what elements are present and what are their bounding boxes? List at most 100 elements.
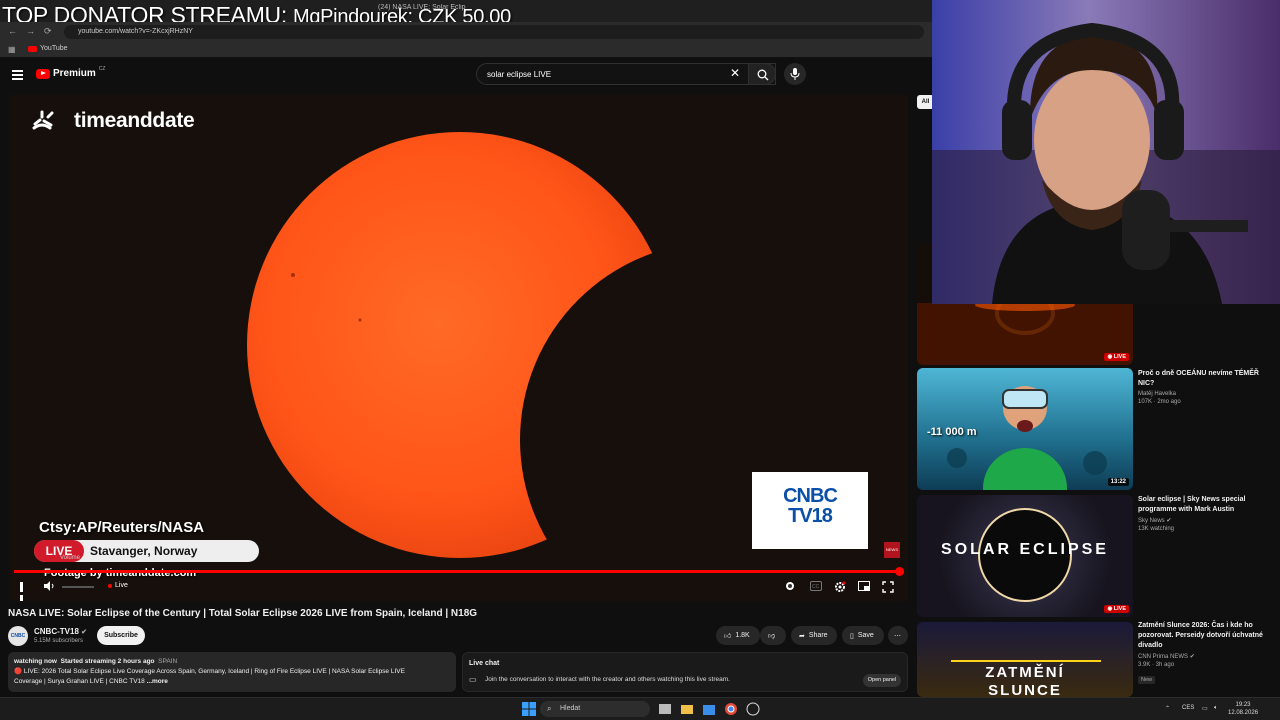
volume-tooltip: Volume xyxy=(60,555,81,561)
youtube-logo[interactable]: Premium CZ xyxy=(36,66,106,79)
progress-scrubber[interactable] xyxy=(895,567,904,576)
rec-info-3[interactable]: Solar eclipse | Sky News special program… xyxy=(1138,495,1276,532)
rec-2-title: Proč o dně OCEÁNU nevíme TÉMĚŘ NIC? xyxy=(1138,370,1259,387)
rec-thumbnail-4[interactable]: ZATMĚNÍ SLUNCE xyxy=(917,622,1133,697)
reload-icon[interactable]: ⟳ xyxy=(44,26,52,37)
windows-start-icon[interactable] xyxy=(522,702,536,716)
taskbar-clock[interactable]: 19:23 12.08.2026 xyxy=(1228,701,1258,717)
rec-info-4[interactable]: Zatmění Slunce 2026: Čas i kde ho pozoro… xyxy=(1138,621,1276,686)
verified-icon: ✔ xyxy=(1189,654,1195,660)
menu-icon[interactable] xyxy=(12,70,23,80)
url-field[interactable]: youtube.com/watch?v=-ZKcxjRHzNY xyxy=(64,25,924,39)
store-icon[interactable] xyxy=(702,702,716,716)
youtube-icon xyxy=(28,45,37,52)
file-explorer-icon[interactable] xyxy=(680,702,694,716)
autoplay-toggle[interactable] xyxy=(785,581,797,591)
more-icon: ⋯ xyxy=(894,632,901,640)
volume-button[interactable] xyxy=(44,581,56,594)
speaker-icon[interactable]: 🔈︎ xyxy=(1214,705,1218,712)
description-line2-text: Coverage | Surya Grahan LIVE | CNBC TV18 xyxy=(14,678,145,685)
svg-text:CC: CC xyxy=(812,584,820,590)
captions-button[interactable]: CC xyxy=(810,581,822,591)
more-actions-button[interactable]: ⋯ xyxy=(888,626,908,645)
channel-name[interactable]: CNBC-TV18 ✔ xyxy=(34,627,87,636)
like-count: 1.8K xyxy=(735,632,750,639)
gear-icon xyxy=(835,581,846,592)
tray-overflow-icon[interactable]: ⌃ xyxy=(1165,705,1170,712)
rec-3-live-badge: ◉ LIVE xyxy=(1104,605,1129,613)
share-button[interactable]: ➦ Share xyxy=(791,626,837,645)
taskbar-search-icon: ⌕ xyxy=(547,704,552,713)
news-badge: NEWS xyxy=(884,542,900,558)
rec-thumbnail-3[interactable]: SOLAR ECLIPSE ◉ LIVE xyxy=(917,495,1133,617)
taskbar-search[interactable]: ⌕ Hledat xyxy=(540,701,650,717)
subscriber-count: 5.15M subscribers xyxy=(34,638,84,644)
like-button[interactable]: 👍︎ 1.8K xyxy=(716,626,760,645)
search-button[interactable] xyxy=(748,63,776,85)
rec-2-duration: 13:22 xyxy=(1107,478,1129,486)
bookmark-icon: ▯ xyxy=(850,632,854,640)
address-bar: ← → ⟳ youtube.com/watch?v=-ZKcxjRHzNY xyxy=(0,22,932,42)
miniplayer-button[interactable] xyxy=(858,581,870,591)
thumbs-up-icon: 👍︎ xyxy=(724,633,732,640)
rec-info-2[interactable]: Proč o dně OCEÁNU nevíme TÉMĚŘ NIC? Matě… xyxy=(1138,369,1276,405)
rec-3-thumb-text: SOLAR ECLIPSE xyxy=(941,541,1109,558)
pause-button[interactable] xyxy=(20,582,30,601)
timeanddate-icon xyxy=(32,110,54,130)
channel-name-text: CNBC-TV18 xyxy=(34,627,79,636)
live-dot-icon xyxy=(108,583,112,588)
taskbar-search-label: Hledat xyxy=(560,705,581,712)
apps-icon[interactable]: ▦ xyxy=(8,45,16,54)
save-button[interactable]: ▯ Save xyxy=(842,626,884,645)
forward-icon[interactable]: → xyxy=(26,26,35,36)
settings-button[interactable] xyxy=(834,581,846,593)
rec-4-channel: CNN Prima NEWS ✔ xyxy=(1138,653,1276,660)
voice-search-button[interactable] xyxy=(784,63,806,85)
footage-caption: Footage by timeanddate.com xyxy=(44,567,197,579)
rec-3-title: Solar eclipse | Sky News special program… xyxy=(1138,496,1246,513)
youtube-play-icon xyxy=(36,68,50,79)
open-panel-button[interactable]: Open panel xyxy=(863,674,901,687)
share-label: Share xyxy=(808,632,828,639)
live-chat-panel: Live chat ▭ Join the conversation to int… xyxy=(462,652,908,692)
rec-thumbnail-2[interactable]: -11 000 m 13:22 xyxy=(917,368,1133,490)
bookmark-youtube[interactable]: YouTube xyxy=(28,45,68,52)
bookmark-label: YouTube xyxy=(40,45,68,52)
clock-date: 12.08.2026 xyxy=(1228,710,1259,716)
more-link[interactable]: ...more xyxy=(147,678,168,685)
network-icon[interactable]: ▭ xyxy=(1202,705,1208,712)
rec-4-new-badge: New xyxy=(1138,676,1156,684)
rec-4-divider xyxy=(951,660,1101,662)
progress-fill xyxy=(14,570,904,573)
rec-4-title: Zatmění Slunce 2026: Čas i kde ho pozoro… xyxy=(1138,622,1263,649)
logo-country: CZ xyxy=(98,66,106,72)
rec-3-channel-text: Sky News xyxy=(1138,518,1165,524)
dislike-button[interactable]: 👎︎ xyxy=(760,626,786,645)
obs-icon[interactable] xyxy=(746,702,760,716)
fullscreen-button[interactable] xyxy=(882,581,894,593)
rec-3-meta: 13K watching xyxy=(1138,526,1175,532)
captions-icon: CC xyxy=(810,581,822,591)
back-icon[interactable]: ← xyxy=(8,26,17,36)
task-view-icon[interactable] xyxy=(658,702,672,716)
rec-2-depth-text: -11 000 m xyxy=(927,426,977,438)
cnbc-line2: TV18 xyxy=(788,505,833,527)
video-title: NASA LIVE: Solar Eclipse of the Century … xyxy=(8,608,478,619)
language-indicator[interactable]: CES xyxy=(1182,705,1194,711)
rec-1-badge-text: LIVE xyxy=(1113,354,1126,360)
description-box[interactable]: watching now Started streaming 2 hours a… xyxy=(8,652,456,692)
webcam-image xyxy=(932,0,1280,304)
live-indicator[interactable]: Live xyxy=(108,582,128,589)
channel-avatar[interactable]: CNBC TV18 xyxy=(8,626,28,659)
description-line2: Coverage | Surya Grahan LIVE | CNBC TV18… xyxy=(14,677,450,687)
rec-4-thumb-line2: SLUNCE xyxy=(988,682,1062,697)
cnbc-tv18-logo: CNBC TV18 xyxy=(752,472,868,549)
logo-text: Premium xyxy=(53,68,96,79)
screen: (24) NASA LIVE: Solar Eclip TOP DONATOR … xyxy=(0,0,1280,720)
video-player[interactable]: timeanddate Ctsy:AP/Reuters/NASA LIVE St… xyxy=(10,95,908,601)
streamer-webcam xyxy=(932,0,1280,304)
volume-slider[interactable] xyxy=(62,586,94,588)
clear-search-icon[interactable]: ✕ xyxy=(730,66,740,80)
chrome-icon[interactable] xyxy=(724,702,738,716)
subscribe-button[interactable]: Subscribe xyxy=(97,626,145,645)
